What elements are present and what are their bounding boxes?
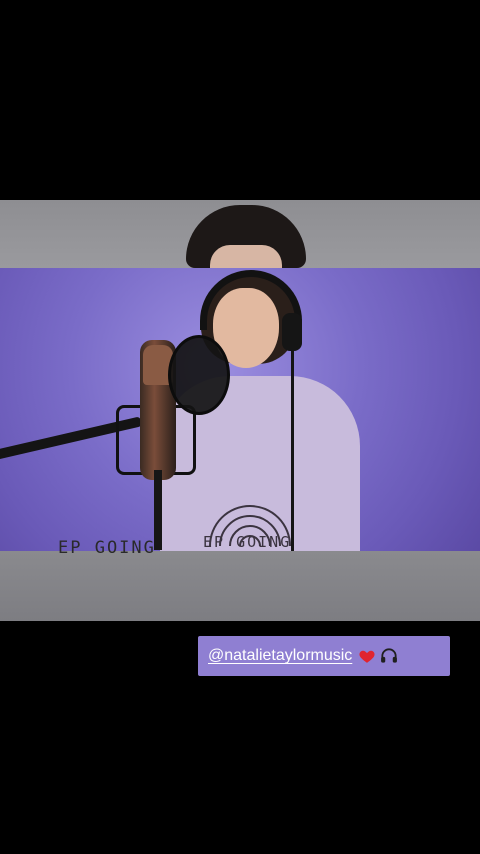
headphones-cup [282,313,302,351]
mention-sticker[interactable]: @natalietaylormusic [198,636,450,676]
singer-face-top-band [210,245,282,268]
shirt-text: EP GOING [203,533,292,551]
heart-icon [358,647,376,665]
video-band-bottom [0,551,480,621]
story-viewer[interactable]: EP GOING EP GOING @natalietaylormusic [0,0,480,854]
headphones-icon [379,646,399,666]
mention-handle[interactable]: @natalietaylormusic [208,647,352,665]
shirt-text-lower-band: EP GOING [58,538,156,558]
video-frame[interactable]: EP GOING EP GOING [0,200,480,621]
pop-filter [168,335,230,415]
